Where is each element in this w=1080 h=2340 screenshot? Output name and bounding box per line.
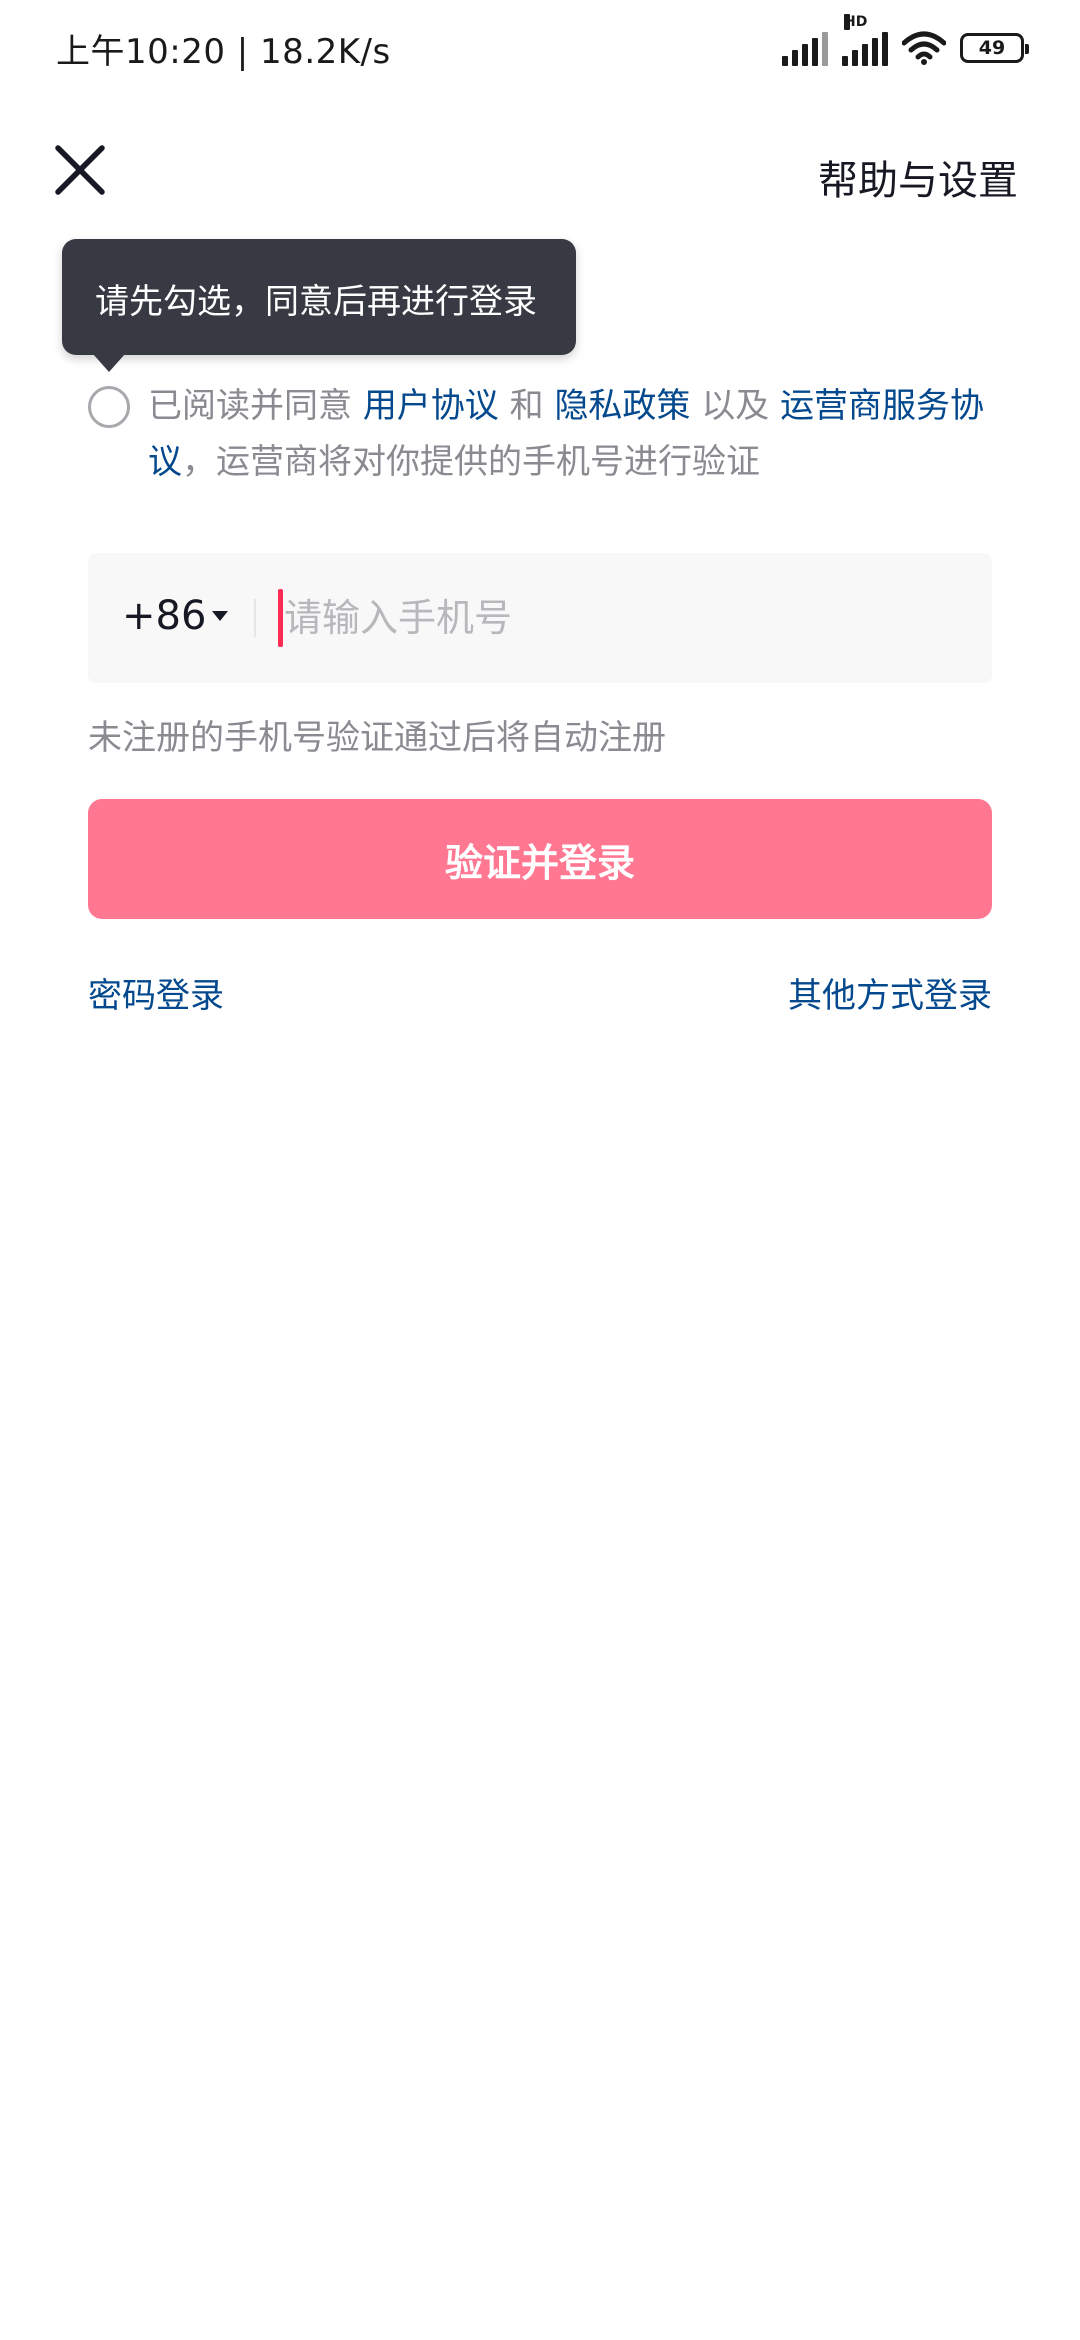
text-caret xyxy=(278,589,283,647)
other-login-link[interactable]: 其他方式登录 xyxy=(788,968,992,1017)
tooltip-arrow xyxy=(93,354,125,372)
agreement-prefix: 已阅读并同意 xyxy=(148,386,363,426)
help-settings-link[interactable]: 帮助与设置 xyxy=(818,148,1018,206)
verify-login-button[interactable]: 验证并登录 xyxy=(88,799,992,919)
close-icon xyxy=(55,145,105,195)
phone-number-input[interactable] xyxy=(284,583,964,653)
input-divider xyxy=(254,599,256,637)
privacy-policy-link[interactable]: 隐私政策 xyxy=(554,386,690,426)
password-login-link[interactable]: 密码登录 xyxy=(88,968,224,1017)
wifi-icon xyxy=(902,31,946,65)
hd-signal-icon: HD xyxy=(842,14,888,66)
chevron-down-icon[interactable] xyxy=(210,609,230,623)
tooltip-text: 请先勾选，同意后再进行登录 xyxy=(95,282,537,322)
agreement-checkbox[interactable] xyxy=(88,386,130,428)
battery-icon: 49 xyxy=(960,33,1029,63)
agreement-and: 和 xyxy=(498,386,555,426)
signal-icon xyxy=(782,30,828,66)
agreement-text: 已阅读并同意 用户协议 和 隐私政策 以及 运营商服务协议，运营商将对你提供的手… xyxy=(148,378,1008,490)
auto-register-hint: 未注册的手机号验证通过后将自动注册 xyxy=(88,718,666,758)
close-button[interactable] xyxy=(52,142,108,198)
battery-level: 49 xyxy=(978,37,1006,59)
agreement-suffix: ，运营商将对你提供的手机号进行验证 xyxy=(182,442,760,482)
phone-input-box: +86 xyxy=(88,553,992,683)
country-code-selector[interactable]: +86 xyxy=(122,593,206,639)
status-bar: 上午10:20 | 18.2K/s HD 49 xyxy=(0,0,1080,96)
status-icons: HD 49 xyxy=(782,14,1029,70)
hd-label: HD xyxy=(844,14,868,30)
agreement-tooltip: 请先勾选，同意后再进行登录 xyxy=(62,239,576,355)
user-agreement-link[interactable]: 用户协议 xyxy=(363,386,499,426)
agreement-and2: 以及 xyxy=(690,386,781,426)
status-time-speed: 上午10:20 | 18.2K/s xyxy=(56,32,391,72)
